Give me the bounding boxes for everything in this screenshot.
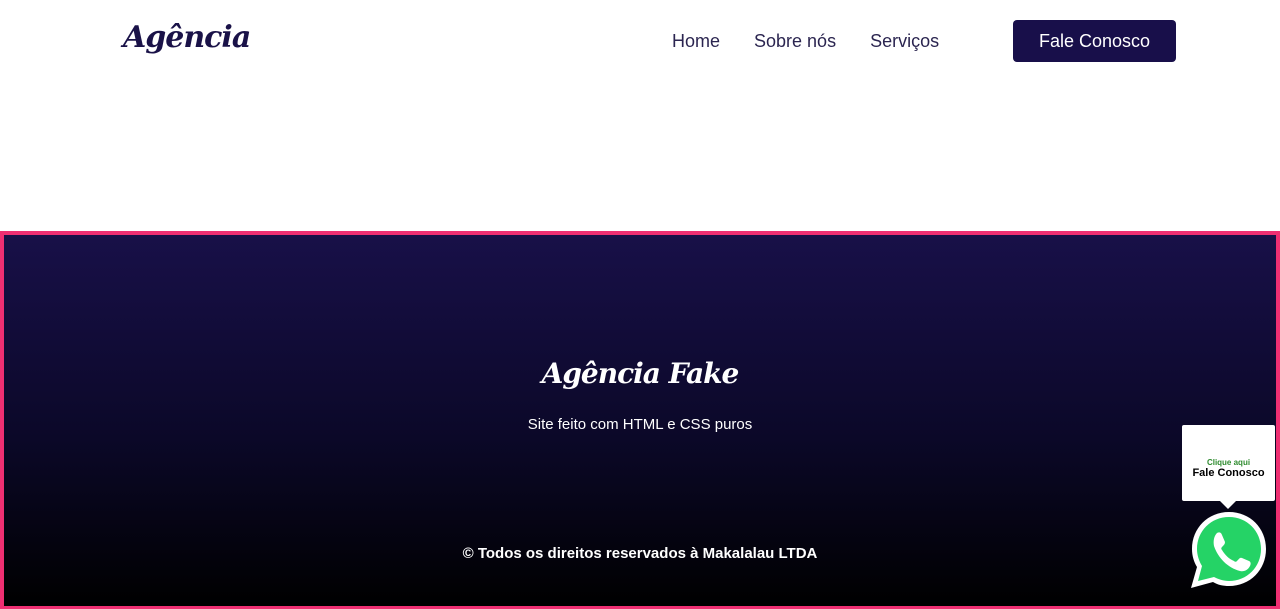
- nav-link-services[interactable]: Serviços: [870, 30, 939, 52]
- site-footer: Agência Fake Site feito com HTML e CSS p…: [0, 231, 1280, 609]
- whatsapp-icon[interactable]: [1188, 509, 1270, 591]
- whatsapp-click-text: Clique aqui: [1206, 458, 1251, 467]
- whatsapp-logo-svg: [1191, 512, 1266, 588]
- site-header: Agência Home Sobre nós Serviços Fale Con…: [0, 0, 1280, 84]
- nav-link-home[interactable]: Home: [672, 30, 720, 52]
- footer-subtitle: Site feito com HTML e CSS puros: [527, 416, 753, 433]
- contact-button[interactable]: Fale Conosco: [1013, 20, 1176, 62]
- footer-title: Agência Fake: [541, 357, 740, 390]
- whatsapp-label: Fale Conosco: [1192, 467, 1265, 479]
- main-nav: Home Sobre nós Serviços: [672, 30, 939, 52]
- logo[interactable]: Agência: [123, 20, 251, 55]
- copyright-text: © Todos os direitos reservados à Makalal…: [462, 545, 818, 562]
- page: Agência Home Sobre nós Serviços Fale Con…: [0, 0, 1280, 609]
- nav-link-about[interactable]: Sobre nós: [754, 30, 836, 52]
- whatsapp-callout[interactable]: Clique aqui Fale Conosco: [1182, 425, 1275, 509]
